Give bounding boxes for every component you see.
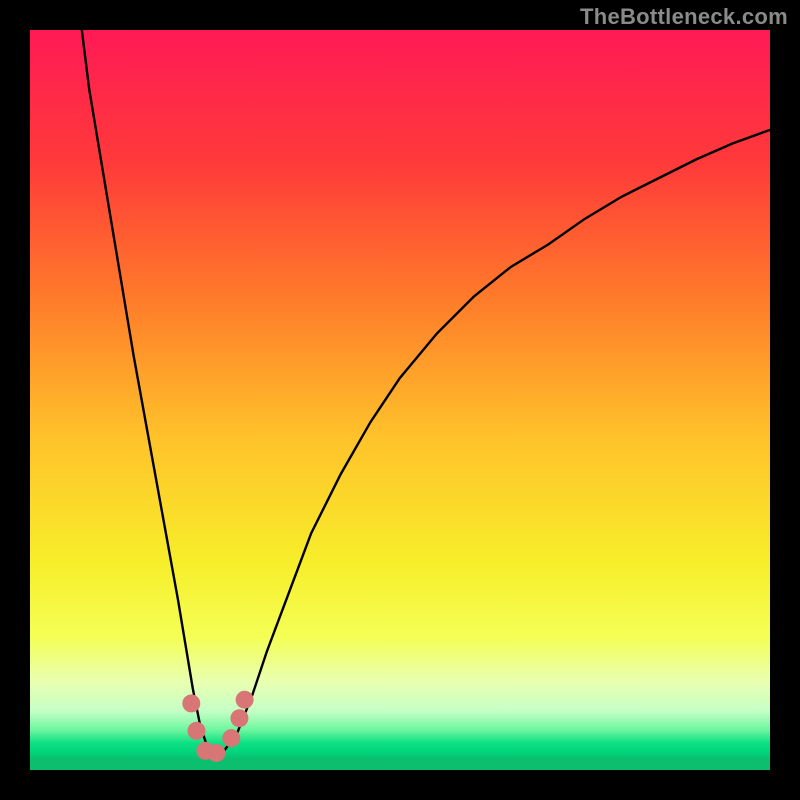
curve-markers (182, 691, 253, 762)
curve-marker-4 (222, 729, 240, 747)
curve-marker-0 (182, 694, 200, 712)
curve-marker-6 (236, 691, 254, 709)
chart-stage: TheBottleneck.com (0, 0, 800, 800)
curve-marker-1 (188, 722, 206, 740)
curve-marker-5 (230, 709, 248, 727)
bottleneck-curve (82, 30, 770, 755)
watermark-text: TheBottleneck.com (580, 4, 788, 30)
plot-area (30, 30, 770, 770)
curve-marker-3 (207, 744, 225, 762)
curve-layer (30, 30, 770, 770)
